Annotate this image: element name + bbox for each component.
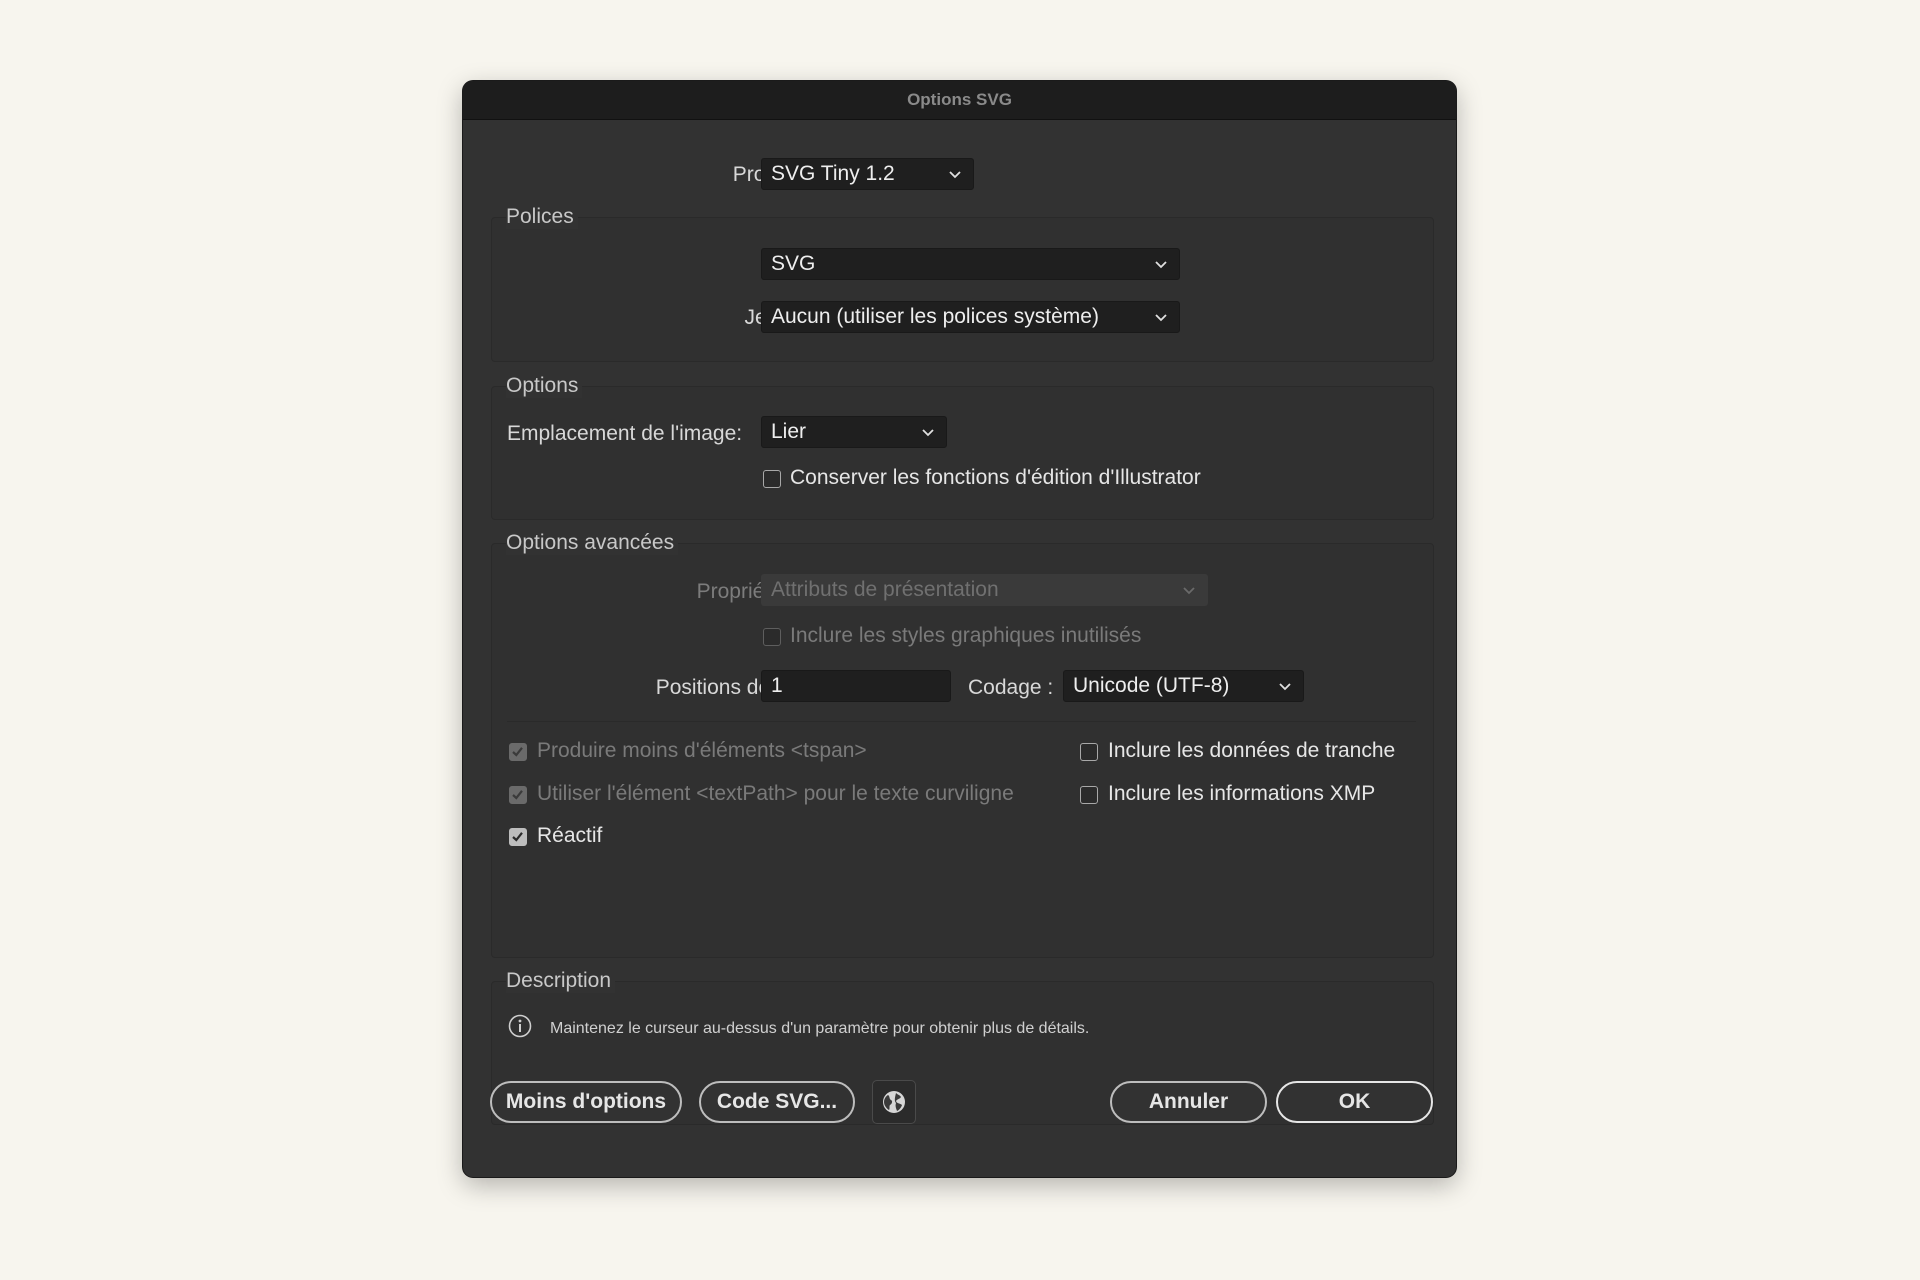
options-group — [491, 386, 1434, 520]
unused-styles-checkbox[interactable] — [763, 628, 781, 646]
textpath-label: Utiliser l'élément <textPath> pour le te… — [537, 782, 1014, 805]
checkmark-icon — [512, 832, 523, 842]
font-subset-select[interactable]: Aucun (utiliser les polices système) — [761, 301, 1180, 333]
description-text: Maintenez le curseur au-dessus d'un para… — [550, 1020, 1090, 1037]
chevron-down-icon — [922, 429, 934, 437]
decimal-places-input[interactable]: 1 — [761, 670, 951, 702]
fewer-tspan-checkbox[interactable] — [509, 743, 527, 761]
svg-options-dialog: Options SVG Profils SVG : SVG Tiny 1.2 P… — [463, 81, 1456, 1177]
profile-select[interactable]: SVG Tiny 1.2 — [761, 158, 974, 190]
options-section-title: Options — [506, 374, 583, 398]
chevron-down-icon — [949, 171, 961, 179]
image-location-label: Emplacement de l'image: — [507, 422, 743, 445]
checkmark-icon — [512, 747, 523, 757]
globe-icon — [883, 1091, 905, 1113]
encoding-label: Codage : — [968, 676, 1054, 699]
font-subset-value: Aucun (utiliser les polices système) — [771, 305, 1099, 328]
encoding-value: Unicode (UTF-8) — [1073, 674, 1230, 697]
less-options-button[interactable]: Moins d'options — [490, 1081, 682, 1123]
fewer-tspan-label: Produire moins d'éléments <tspan> — [537, 739, 867, 762]
xmp-checkbox[interactable] — [1080, 786, 1098, 804]
info-icon — [508, 1014, 532, 1038]
font-type-select[interactable]: SVG — [761, 248, 1180, 280]
unused-styles-label: Inclure les styles graphiques inutilisés — [790, 624, 1142, 647]
xmp-label: Inclure les informations XMP — [1108, 782, 1376, 805]
ok-button[interactable]: OK — [1276, 1081, 1433, 1123]
chevron-down-icon — [1155, 261, 1167, 269]
image-location-select[interactable]: Lier — [761, 416, 947, 448]
cancel-button[interactable]: Annuler — [1110, 1081, 1267, 1123]
chevron-down-icon — [1155, 314, 1167, 322]
css-properties-select[interactable]: Attributs de présentation — [761, 574, 1208, 606]
dialog-title: Options SVG — [463, 81, 1456, 120]
encoding-select[interactable]: Unicode (UTF-8) — [1063, 670, 1304, 702]
chevron-down-icon — [1279, 683, 1291, 691]
checkmark-icon — [512, 790, 523, 800]
description-section-title: Description — [506, 969, 616, 993]
fonts-group — [491, 217, 1434, 362]
responsive-label: Réactif — [537, 824, 603, 847]
advanced-section-title: Options avancées — [506, 531, 679, 555]
advanced-divider — [507, 721, 1416, 722]
font-type-value: SVG — [771, 252, 816, 275]
slice-data-checkbox[interactable] — [1080, 743, 1098, 761]
css-properties-value: Attributs de présentation — [771, 578, 999, 601]
responsive-checkbox[interactable] — [509, 828, 527, 846]
preserve-editing-label: Conserver les fonctions d'édition d'Illu… — [790, 466, 1201, 489]
image-location-value: Lier — [771, 420, 807, 443]
preserve-editing-checkbox[interactable] — [763, 470, 781, 488]
textpath-checkbox[interactable] — [509, 786, 527, 804]
slice-data-label: Inclure les données de tranche — [1108, 739, 1396, 762]
svg-code-button[interactable]: Code SVG... — [699, 1081, 855, 1123]
decimal-places-value: 1 — [771, 674, 783, 697]
chevron-down-icon — [1183, 587, 1195, 595]
fonts-section-title: Polices — [506, 205, 578, 229]
profile-value: SVG Tiny 1.2 — [771, 162, 895, 185]
web-preview-button[interactable] — [872, 1080, 916, 1124]
